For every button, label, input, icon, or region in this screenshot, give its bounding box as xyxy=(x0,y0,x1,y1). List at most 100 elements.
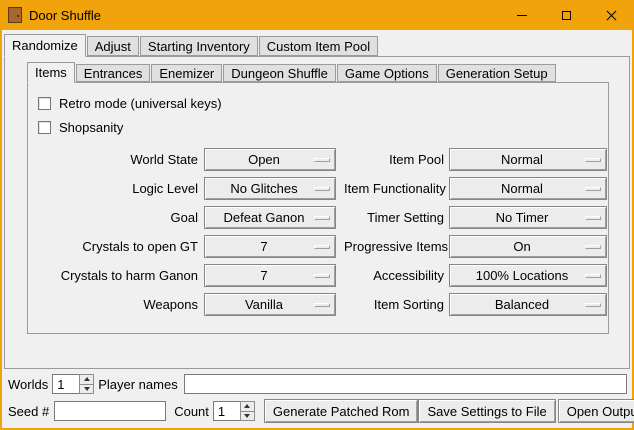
logic-level-label: Logic Level xyxy=(38,181,198,196)
item-pool-label: Item Pool xyxy=(344,152,444,167)
goal-row: Goal Defeat Ganon xyxy=(38,203,336,232)
options-column-left: World State Open Logic Level No Glitches xyxy=(38,145,336,319)
tab-custom-item-pool[interactable]: Custom Item Pool xyxy=(259,36,378,56)
worlds-spin-down-button[interactable] xyxy=(79,385,94,395)
accessibility-row: Accessibility 100% Locations xyxy=(344,261,607,290)
item-pool-value: Normal xyxy=(450,152,606,167)
timer-setting-dropdown[interactable]: No Timer xyxy=(449,206,607,229)
generate-patched-rom-button[interactable]: Generate Patched Rom xyxy=(264,399,419,423)
accessibility-dropdown[interactable]: 100% Locations xyxy=(449,264,607,287)
menu-indicator-icon xyxy=(585,216,601,220)
progressive-items-row: Progressive Items On xyxy=(344,232,607,261)
item-sorting-value: Balanced xyxy=(450,297,606,312)
crystals-harm-ganon-dropdown[interactable]: 7 xyxy=(204,264,336,287)
item-sorting-row: Item Sorting Balanced xyxy=(344,290,607,319)
menu-indicator-icon xyxy=(314,274,330,278)
item-functionality-value: Normal xyxy=(450,181,606,196)
tab-starting-inventory[interactable]: Starting Inventory xyxy=(140,36,258,56)
timer-setting-row: Timer Setting No Timer xyxy=(344,203,607,232)
tab-adjust[interactable]: Adjust xyxy=(87,36,139,56)
window-title: Door Shuffle xyxy=(29,8,101,23)
player-names-input[interactable] xyxy=(184,374,627,394)
item-pool-dropdown[interactable]: Normal xyxy=(449,148,607,171)
accessibility-value: 100% Locations xyxy=(450,268,606,283)
retro-mode-label: Retro mode (universal keys) xyxy=(59,96,222,111)
menu-indicator-icon xyxy=(585,187,601,191)
accessibility-label: Accessibility xyxy=(344,268,444,283)
tab-enemizer[interactable]: Enemizer xyxy=(151,64,222,82)
menu-indicator-icon xyxy=(314,245,330,249)
worlds-spin-arrows xyxy=(79,374,94,394)
save-settings-button[interactable]: Save Settings to File xyxy=(418,399,555,423)
item-functionality-label: Item Functionality xyxy=(344,181,444,196)
arrow-up-icon xyxy=(84,377,90,381)
item-functionality-dropdown[interactable]: Normal xyxy=(449,177,607,200)
retro-mode-checkbox-row[interactable]: Retro mode (universal keys) xyxy=(38,91,608,115)
tab-entrances[interactable]: Entrances xyxy=(76,64,151,82)
progressive-items-dropdown[interactable]: On xyxy=(449,235,607,258)
weapons-label: Weapons xyxy=(38,297,198,312)
sub-tab-bar: Items Entrances Enemizer Dungeon Shuffle… xyxy=(27,61,557,82)
tab-game-options[interactable]: Game Options xyxy=(337,64,437,82)
timer-setting-label: Timer Setting xyxy=(344,210,444,225)
tab-items[interactable]: Items xyxy=(27,62,75,83)
window-controls xyxy=(499,0,634,30)
items-pane: Retro mode (universal keys) Shopsanity W… xyxy=(27,82,609,334)
count-spinbox-input[interactable] xyxy=(213,401,240,421)
count-spinbox xyxy=(213,401,255,421)
arrow-down-icon xyxy=(84,387,90,391)
shopsanity-checkbox[interactable] xyxy=(38,121,51,134)
open-output-directory-button[interactable]: Open Output Directory xyxy=(558,399,634,423)
timer-setting-value: No Timer xyxy=(450,210,606,225)
count-spin-up-button[interactable] xyxy=(240,401,255,412)
worlds-row: Worlds Player names xyxy=(8,373,627,395)
logic-level-row: Logic Level No Glitches xyxy=(38,174,336,203)
world-state-label: World State xyxy=(38,152,198,167)
count-label: Count xyxy=(174,404,209,419)
arrow-up-icon xyxy=(244,404,250,408)
menu-indicator-icon xyxy=(314,158,330,162)
worlds-spinbox xyxy=(52,374,94,394)
menu-indicator-icon xyxy=(585,303,601,307)
app-icon xyxy=(8,7,22,23)
menu-indicator-icon xyxy=(314,303,330,307)
retro-mode-checkbox[interactable] xyxy=(38,97,51,110)
minimize-icon xyxy=(517,15,527,16)
worlds-spinbox-input[interactable] xyxy=(52,374,79,394)
weapons-dropdown[interactable]: Vanilla xyxy=(204,293,336,316)
options-column-right: Item Pool Normal Item Functionality Norm… xyxy=(344,145,607,319)
maximize-button[interactable] xyxy=(544,0,589,30)
goal-dropdown[interactable]: Defeat Ganon xyxy=(204,206,336,229)
minimize-button[interactable] xyxy=(499,0,544,30)
count-spin-arrows xyxy=(240,401,255,421)
crystals-open-gt-row: Crystals to open GT 7 xyxy=(38,232,336,261)
progressive-items-value: On xyxy=(450,239,606,254)
count-spin-down-button[interactable] xyxy=(240,412,255,422)
titlebar[interactable]: Door Shuffle xyxy=(0,0,634,30)
arrow-down-icon xyxy=(244,414,250,418)
world-state-dropdown[interactable]: Open xyxy=(204,148,336,171)
item-sorting-dropdown[interactable]: Balanced xyxy=(449,293,607,316)
crystals-open-gt-dropdown[interactable]: 7 xyxy=(204,235,336,258)
goal-label: Goal xyxy=(38,210,198,225)
close-button[interactable] xyxy=(589,0,634,30)
weapons-row: Weapons Vanilla xyxy=(38,290,336,319)
shopsanity-label: Shopsanity xyxy=(59,120,123,135)
seed-row: Seed # Count Generate Patched Rom Save S… xyxy=(8,399,627,423)
tab-generation-setup[interactable]: Generation Setup xyxy=(438,64,556,82)
app-window: Door Shuffle Randomize Adjust Starting I… xyxy=(0,0,634,430)
item-sorting-label: Item Sorting xyxy=(344,297,444,312)
worlds-spin-up-button[interactable] xyxy=(79,374,94,385)
window-content: Randomize Adjust Starting Inventory Cust… xyxy=(2,30,632,428)
options-grid: World State Open Logic Level No Glitches xyxy=(38,145,608,319)
logic-level-dropdown[interactable]: No Glitches xyxy=(204,177,336,200)
randomize-pane: Items Entrances Enemizer Dungeon Shuffle… xyxy=(4,56,630,369)
shopsanity-checkbox-row[interactable]: Shopsanity xyxy=(38,115,608,139)
item-pool-row: Item Pool Normal xyxy=(344,145,607,174)
tab-dungeon-shuffle[interactable]: Dungeon Shuffle xyxy=(223,64,336,82)
tab-randomize[interactable]: Randomize xyxy=(4,34,86,57)
menu-indicator-icon xyxy=(585,274,601,278)
worlds-label: Worlds xyxy=(8,377,48,392)
seed-input[interactable] xyxy=(54,401,166,421)
crystals-open-gt-label: Crystals to open GT xyxy=(38,239,198,254)
